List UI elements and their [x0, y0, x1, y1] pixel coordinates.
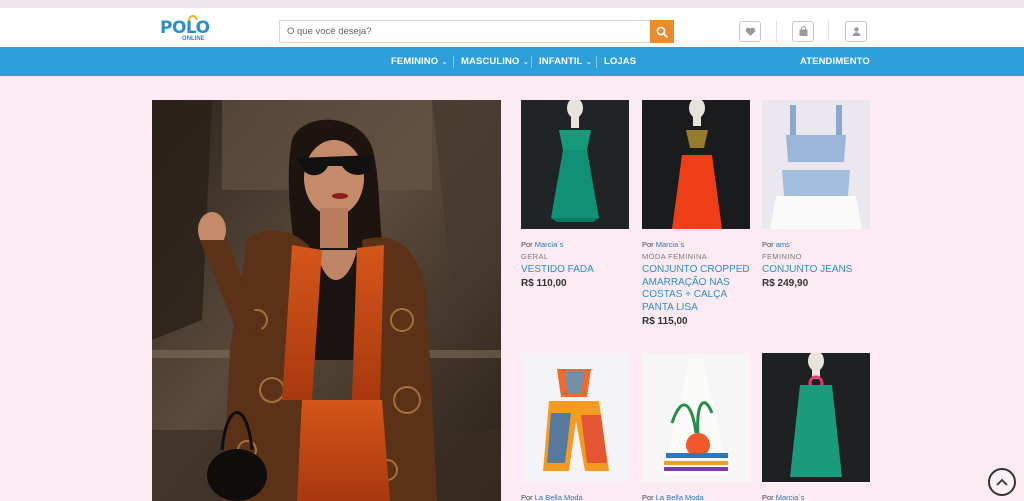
product-vendor: Por La Bella Moda — [642, 493, 704, 501]
product-vendor: Por Marcia´s — [521, 240, 564, 249]
nav-item-atendimento[interactable]: ATENDIMENTO — [800, 47, 870, 76]
scroll-to-top-button[interactable] — [988, 468, 1016, 496]
chevron-up-icon — [996, 478, 1008, 486]
heart-icon — [745, 27, 755, 36]
product-price: R$ 249,90 — [762, 278, 809, 289]
product-name[interactable]: CONJUNTO CROPPED AMARRAÇÃO NAS COSTAS + … — [642, 264, 754, 314]
logo-subtext: ONLINE — [182, 36, 205, 42]
product-card[interactable]: Por Marcia´s — [762, 353, 870, 501]
logo[interactable]: POLO ONLINE — [160, 15, 210, 44]
hero-banner-image[interactable] — [152, 100, 501, 501]
product-vendor: Por Marcia´s — [762, 493, 805, 501]
vendor-link[interactable]: ams — [776, 240, 790, 249]
wishlist-button[interactable] — [739, 21, 761, 42]
vendor-link[interactable]: Marcia´s — [535, 240, 564, 249]
vendor-prefix: Por — [521, 493, 533, 501]
account-button[interactable] — [845, 21, 867, 42]
nav-divider — [453, 56, 454, 68]
product-image[interactable] — [642, 100, 750, 229]
product-category: FEMININO — [762, 252, 802, 261]
search-button[interactable] — [650, 20, 674, 43]
product-category: GERAL — [521, 252, 549, 261]
product-image[interactable] — [521, 100, 629, 229]
product-photo — [762, 100, 870, 229]
product-price: R$ 110,00 — [521, 278, 567, 289]
product-card[interactable]: Por La Bella Moda — [521, 353, 629, 501]
vendor-link[interactable]: Marcia´s — [656, 240, 685, 249]
vendor-link[interactable]: La Bella Moda — [535, 493, 583, 501]
product-image[interactable] — [521, 353, 629, 482]
product-price: R$ 115,00 — [642, 316, 688, 327]
nav-item-label: MASCULINO — [461, 56, 520, 67]
product-image[interactable] — [762, 353, 870, 482]
cart-button[interactable] — [792, 21, 814, 42]
vendor-link[interactable]: Marcia´s — [776, 493, 805, 501]
product-name[interactable]: CONJUNTO JEANS — [762, 264, 874, 277]
nav-item-infantil[interactable]: INFANTIL ⌄ — [539, 47, 592, 76]
vendor-prefix: Por — [642, 240, 654, 249]
product-card[interactable]: Por Marcia´s MODA FEMININA CONJUNTO CROP… — [642, 100, 750, 340]
product-vendor: Por Marcia´s — [642, 240, 685, 249]
product-vendor: Por La Bella Moda — [521, 493, 583, 501]
product-photo — [642, 353, 750, 482]
vendor-prefix: Por — [762, 240, 774, 249]
product-image[interactable] — [762, 100, 870, 229]
chevron-down-icon: ⌄ — [441, 57, 449, 66]
nav-divider — [531, 56, 532, 68]
chevron-down-icon: ⌄ — [585, 57, 593, 66]
main-navigation: FEMININO ⌄ MASCULINO ⌄ INFANTIL ⌄ LOJAS ATE… — [0, 47, 1024, 76]
logo-text: POLO — [160, 18, 210, 38]
nav-item-label: LOJAS — [604, 56, 637, 67]
product-image[interactable] — [642, 353, 750, 482]
product-card[interactable]: Por La Bella Moda — [642, 353, 750, 501]
nav-item-label: ATENDIMENTO — [800, 56, 870, 67]
product-photo — [762, 353, 870, 482]
header: POLO ONLINE — [0, 8, 1024, 47]
product-photo — [642, 100, 750, 229]
nav-item-masculino[interactable]: MASCULINO ⌄ — [461, 47, 529, 76]
product-vendor: Por ams — [762, 240, 790, 249]
nav-item-lojas[interactable]: LOJAS — [604, 47, 636, 76]
hero-photo — [152, 100, 501, 501]
product-photo — [521, 100, 629, 229]
top-strip — [0, 0, 1024, 8]
product-card[interactable]: Por Marcia´s GERAL VESTIDO FADA R$ 110,0… — [521, 100, 629, 320]
nav-item-feminino[interactable]: FEMININO ⌄ — [391, 47, 448, 76]
vendor-link[interactable]: La Bella Moda — [656, 493, 704, 501]
bag-icon — [799, 26, 807, 36]
product-card[interactable]: Por ams FEMININO CONJUNTO JEANS R$ 249,9… — [762, 100, 870, 320]
chevron-down-icon: ⌄ — [522, 57, 530, 66]
header-divider — [776, 21, 777, 42]
search-icon — [656, 26, 668, 38]
nav-divider — [596, 56, 597, 68]
search-bar — [279, 20, 674, 43]
header-divider — [828, 21, 829, 42]
product-category: MODA FEMININA — [642, 252, 708, 261]
user-icon — [852, 27, 860, 36]
vendor-prefix: Por — [762, 493, 774, 501]
nav-item-label: FEMININO — [391, 56, 439, 67]
search-input[interactable] — [280, 21, 650, 42]
vendor-prefix: Por — [642, 493, 654, 501]
product-photo — [521, 353, 629, 482]
nav-item-label: INFANTIL — [539, 56, 583, 67]
vendor-prefix: Por — [521, 240, 533, 249]
product-name[interactable]: VESTIDO FADA — [521, 264, 633, 277]
